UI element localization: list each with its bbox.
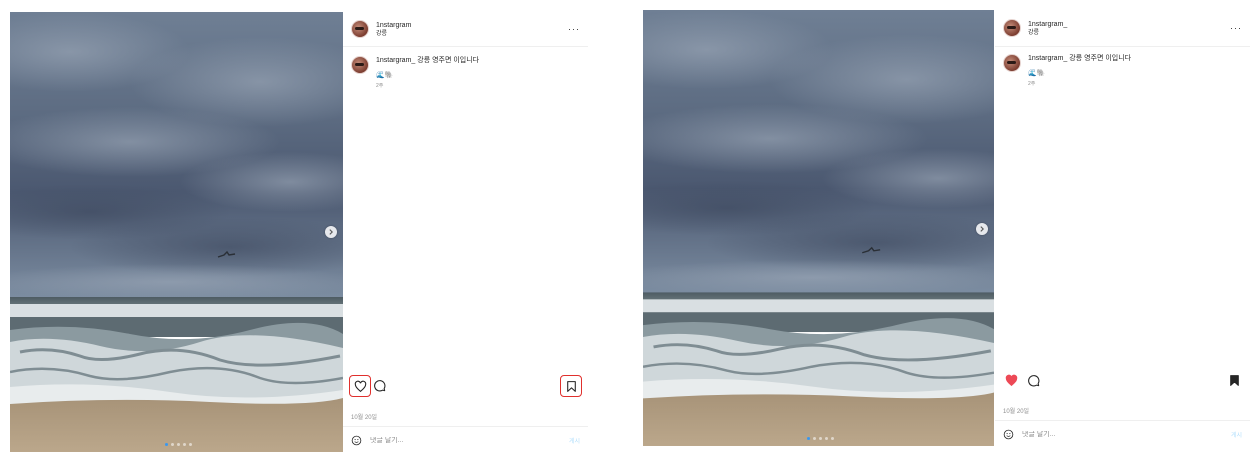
carousel-dot (171, 443, 174, 446)
comment-button[interactable] (369, 375, 389, 395)
carousel-dot (183, 443, 186, 446)
caption-text: 강릉 영주면 이입니다 (417, 57, 480, 64)
caption-emojis: 🌊🐘 (376, 72, 394, 79)
action-bar (349, 375, 582, 397)
carousel-dot (177, 443, 180, 446)
chevron-right-icon (329, 229, 333, 235)
post-comment-button[interactable]: 게시 (569, 436, 580, 445)
caption-username[interactable]: 1nstargram_ (1028, 55, 1067, 62)
caption-line: 1nstargram_ 강릉 영주면 이입니다 (1028, 54, 1131, 63)
heart-icon (1005, 374, 1017, 386)
emoji-smile-icon[interactable] (1003, 429, 1014, 440)
post-photo (643, 10, 994, 446)
post-header: 1nstargram 강릉 ··· (351, 13, 580, 45)
caption: 1nstargram_ 강릉 영주면 이입니다 🌊🐘 2주 (351, 56, 479, 89)
post-comment-button[interactable]: 게시 (1231, 430, 1242, 439)
bookmark-icon (1229, 374, 1239, 386)
more-options-icon[interactable]: ··· (1230, 23, 1242, 33)
comment-bar: 게시 (995, 422, 1250, 446)
like-button[interactable] (1001, 370, 1021, 390)
avatar[interactable] (1003, 19, 1021, 37)
caption-text: 강릉 영주면 이입니다 (1069, 55, 1132, 62)
heart-icon (354, 380, 366, 392)
post-panel: 1nstargram_ 강릉 ··· 1nstargram_ 강릉 영주면 이입… (995, 10, 1250, 446)
comment-icon (1027, 374, 1039, 386)
action-bar (1001, 370, 1244, 392)
divider (343, 426, 588, 427)
caption-emojis: 🌊🐘 (1028, 70, 1046, 77)
location[interactable]: 강릉 (1028, 29, 1067, 37)
time-ago: 2주 (1028, 81, 1036, 87)
chevron-right-icon (980, 226, 984, 232)
comment-input[interactable] (1022, 430, 1231, 438)
post-date: 10월 20일 (1003, 409, 1030, 415)
avatar[interactable] (351, 56, 369, 74)
carousel-dots (165, 443, 192, 446)
caption: 1nstargram_ 강릉 영주면 이입니다 🌊🐘 2주 (1003, 54, 1131, 87)
carousel-dot (189, 443, 192, 446)
divider (343, 46, 588, 47)
carousel-dots (807, 437, 834, 440)
location[interactable]: 강릉 (376, 30, 411, 38)
carousel-dot (165, 443, 168, 446)
post-photo (10, 12, 343, 452)
carousel-dot (825, 437, 828, 440)
carousel-dot (807, 437, 810, 440)
more-options-icon[interactable]: ··· (568, 24, 580, 34)
carousel-next-button[interactable] (976, 223, 988, 235)
carousel-next-button[interactable] (325, 226, 337, 238)
time-ago: 2주 (376, 83, 384, 89)
avatar[interactable] (1003, 54, 1021, 72)
save-button[interactable] (1224, 370, 1244, 390)
post-header: 1nstargram_ 강릉 ··· (1003, 12, 1242, 44)
username[interactable]: 1nstargram_ (1028, 20, 1067, 29)
divider (995, 420, 1250, 421)
comment-bar: 게시 (343, 428, 588, 452)
comment-input[interactable] (370, 436, 569, 444)
post-date: 10월 20일 (351, 415, 378, 421)
avatar[interactable] (351, 20, 369, 38)
caption-username[interactable]: 1nstargram_ (376, 57, 415, 64)
carousel-dot (813, 437, 816, 440)
carousel-dot (831, 437, 834, 440)
carousel-dot (819, 437, 822, 440)
like-button[interactable] (349, 375, 371, 397)
comment-icon (373, 379, 385, 391)
save-button[interactable] (560, 375, 582, 397)
emoji-smile-icon[interactable] (351, 435, 362, 446)
post-panel: 1nstargram 강릉 ··· 1nstargram_ 강릉 영주면 이입니… (343, 12, 588, 452)
divider (995, 46, 1250, 47)
comment-button[interactable] (1023, 370, 1043, 390)
bookmark-icon (566, 380, 576, 392)
username[interactable]: 1nstargram (376, 21, 411, 30)
caption-line: 1nstargram_ 강릉 영주면 이입니다 (376, 56, 479, 65)
